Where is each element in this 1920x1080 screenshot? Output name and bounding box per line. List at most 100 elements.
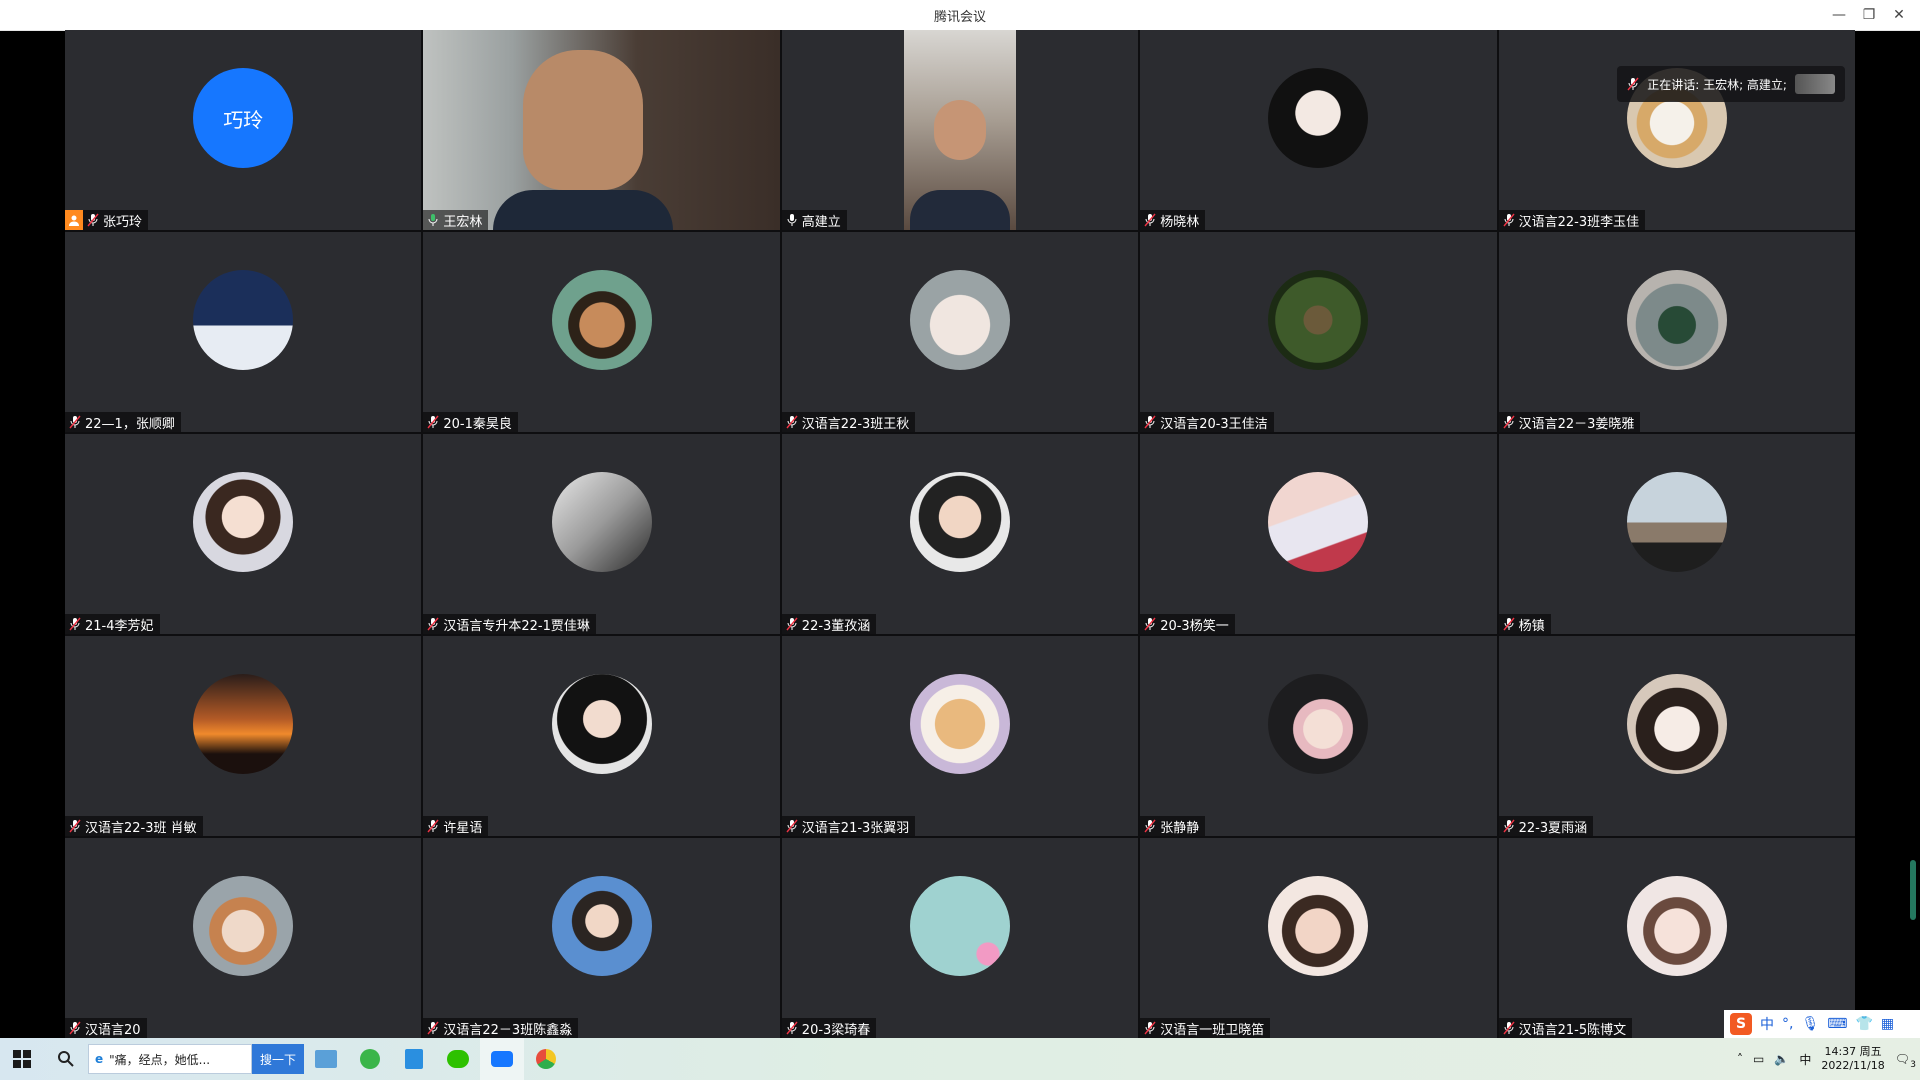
participant-tile[interactable]: 张静静 bbox=[1140, 636, 1497, 836]
microphone-icon[interactable]: 🎙 bbox=[1801, 1016, 1819, 1032]
participant-tile[interactable]: 汉语言22－3姜晓雅 bbox=[1498, 232, 1855, 432]
app-icon-browser[interactable] bbox=[524, 1038, 568, 1080]
nameplate: 汉语言22-3班 肖敏 bbox=[65, 816, 203, 836]
avatar bbox=[193, 270, 294, 370]
mic-muted-icon bbox=[427, 819, 439, 833]
skin-icon[interactable]: 👕 bbox=[1855, 1016, 1872, 1032]
participant-tile[interactable]: 汉语言20 bbox=[65, 838, 422, 1038]
nameplate: 王宏林 bbox=[423, 210, 489, 230]
mic-muted-icon bbox=[427, 415, 439, 429]
participant-name: 王宏林 bbox=[443, 214, 483, 230]
participant-tile[interactable]: 21-4李芳妃 bbox=[65, 434, 422, 634]
avatar-initials: 巧玲 bbox=[223, 107, 264, 132]
participant-name: 张静静 bbox=[1160, 820, 1200, 836]
participant-tile[interactable]: 许星语 bbox=[423, 636, 780, 836]
participant-name: 高建立 bbox=[801, 214, 841, 230]
search-button[interactable]: 搜一下 bbox=[252, 1044, 305, 1074]
wechat-icon[interactable] bbox=[436, 1038, 480, 1080]
notification-button[interactable]: 🗨 3 bbox=[1895, 1052, 1916, 1070]
browser-search-box[interactable]: e "痛，经点，她低... bbox=[88, 1044, 252, 1074]
search-button-label: 搜一下 bbox=[260, 1052, 297, 1067]
participant-tile[interactable]: 杨镇 bbox=[1498, 434, 1855, 634]
participant-tile[interactable]: 20-3梁琦春 bbox=[781, 838, 1139, 1038]
mic-muted-icon bbox=[69, 617, 81, 631]
participant-tile[interactable]: 22-3夏雨涵 bbox=[1498, 636, 1855, 836]
participant-name: 杨晓林 bbox=[1160, 214, 1200, 230]
app-icon-files[interactable] bbox=[392, 1038, 436, 1080]
avatar bbox=[193, 876, 294, 976]
scrollbar[interactable] bbox=[1910, 860, 1916, 920]
mic-on-icon bbox=[787, 214, 797, 226]
participant-name: 汉语言20 bbox=[85, 1022, 141, 1038]
participant-tile[interactable]: 20-3杨笑一 bbox=[1140, 434, 1497, 634]
participant-tile[interactable]: 汉语言20-3王佳洁 bbox=[1140, 232, 1497, 432]
participant-tile[interactable]: 王宏林 bbox=[423, 30, 780, 230]
avatar bbox=[909, 472, 1010, 572]
ime-toolbar[interactable]: S 中 °, 🎙 ⌨ 👕 ▦ bbox=[1724, 1010, 1920, 1038]
participant-tile[interactable]: 杨晓林 bbox=[1140, 30, 1497, 230]
notification-count: 3 bbox=[1910, 1060, 1916, 1070]
participant-tile[interactable]: 汉语言22-3班王秋 bbox=[781, 232, 1139, 432]
participant-tile[interactable]: 汉语言21-3张翼羽 bbox=[781, 636, 1139, 836]
punctuation-icon[interactable]: °, bbox=[1782, 1016, 1793, 1032]
participant-tile[interactable]: 汉语言22-3班 肖敏 bbox=[65, 636, 422, 836]
clock[interactable]: 14:37 周五 2022/11/18 bbox=[1821, 1045, 1884, 1073]
mic-muted-icon bbox=[1627, 77, 1639, 91]
chevron-up-icon[interactable]: ˄ bbox=[1737, 1052, 1743, 1066]
participant-tile[interactable]: 汉语言一班卫晓笛 bbox=[1140, 838, 1497, 1038]
avatar bbox=[1268, 68, 1369, 168]
mic-muted-icon bbox=[1144, 1021, 1156, 1035]
tencent-meeting-icon[interactable] bbox=[480, 1038, 525, 1080]
speaker-thumbnail bbox=[1794, 74, 1835, 94]
participant-name: 21-4李芳妃 bbox=[85, 618, 154, 634]
participant-tile[interactable]: 正在讲话: 王宏林; 高建立; 汉语言22-3班李玉佳 bbox=[1498, 30, 1855, 230]
avatar: 巧玲 bbox=[193, 68, 294, 168]
participant-tile[interactable]: 汉语言专升本22-1贾佳琳 bbox=[423, 434, 780, 634]
participant-name: 22-3董孜涵 bbox=[801, 618, 871, 634]
keyboard-icon[interactable]: ⌨ bbox=[1827, 1016, 1847, 1032]
mic-muted-icon bbox=[1144, 415, 1156, 429]
participant-tile[interactable]: 汉语言22－3班陈鑫淼 bbox=[423, 838, 780, 1038]
participant-tile[interactable]: 22-3董孜涵 bbox=[781, 434, 1139, 634]
window-title: 腾讯会议 bbox=[933, 9, 986, 25]
mic-muted-icon bbox=[1144, 819, 1156, 833]
participant-name: 杨镇 bbox=[1518, 618, 1545, 634]
mic-muted-icon bbox=[87, 213, 99, 227]
search-icon[interactable] bbox=[44, 1038, 88, 1080]
minimize-button[interactable]: — bbox=[1822, 0, 1856, 30]
nameplate: 22-3夏雨涵 bbox=[1498, 816, 1594, 836]
participant-tile[interactable]: 22—1，张顺卿 bbox=[65, 232, 422, 432]
avatar bbox=[1268, 270, 1369, 370]
close-button[interactable]: ✕ bbox=[1882, 0, 1916, 30]
avatar bbox=[193, 674, 294, 774]
avatar bbox=[1626, 472, 1727, 572]
participant-tile[interactable]: 高建立 bbox=[781, 30, 1139, 230]
app-icon-360[interactable] bbox=[348, 1038, 392, 1080]
volume-icon[interactable]: 🔈 bbox=[1774, 1052, 1789, 1066]
participant-tile[interactable]: 20-1秦昊良 bbox=[423, 232, 780, 432]
avatar bbox=[193, 472, 294, 572]
participant-name: 汉语言21-3张翼羽 bbox=[801, 820, 910, 836]
avatar bbox=[1626, 674, 1727, 774]
clock-time: 14:37 周五 bbox=[1824, 1045, 1882, 1058]
mic-muted-icon bbox=[1503, 1021, 1515, 1035]
mic-on-icon bbox=[428, 214, 438, 226]
grid-icon[interactable]: ▦ bbox=[1881, 1016, 1894, 1032]
video-grid: 巧玲 张巧玲 王宏林 高建立 杨晓林 正在讲话: 王宏林; 高建立; 汉语言22… bbox=[65, 30, 1855, 1038]
mic-muted-icon bbox=[1144, 213, 1156, 227]
ime-indicator[interactable]: 中 bbox=[1799, 1051, 1811, 1068]
start-button[interactable] bbox=[0, 1038, 44, 1080]
ime-mode-label[interactable]: 中 bbox=[1760, 1014, 1774, 1034]
network-icon[interactable]: ▭ bbox=[1753, 1052, 1764, 1066]
participant-tile[interactable]: 汉语言21-5陈博文 bbox=[1498, 838, 1855, 1038]
nameplate: 汉语言20 bbox=[65, 1018, 147, 1038]
search-text: "痛，经点，她低... bbox=[109, 1052, 211, 1067]
video-feed bbox=[423, 30, 780, 230]
avatar bbox=[1268, 876, 1369, 976]
nameplate: 22—1，张顺卿 bbox=[65, 412, 181, 432]
participant-name: 汉语言21-5陈博文 bbox=[1518, 1022, 1627, 1038]
mic-muted-icon bbox=[1144, 617, 1156, 631]
maximize-button[interactable]: ❐ bbox=[1852, 0, 1886, 30]
participant-tile[interactable]: 巧玲 张巧玲 bbox=[65, 30, 422, 230]
app-icon-explorer[interactable] bbox=[304, 1038, 348, 1080]
